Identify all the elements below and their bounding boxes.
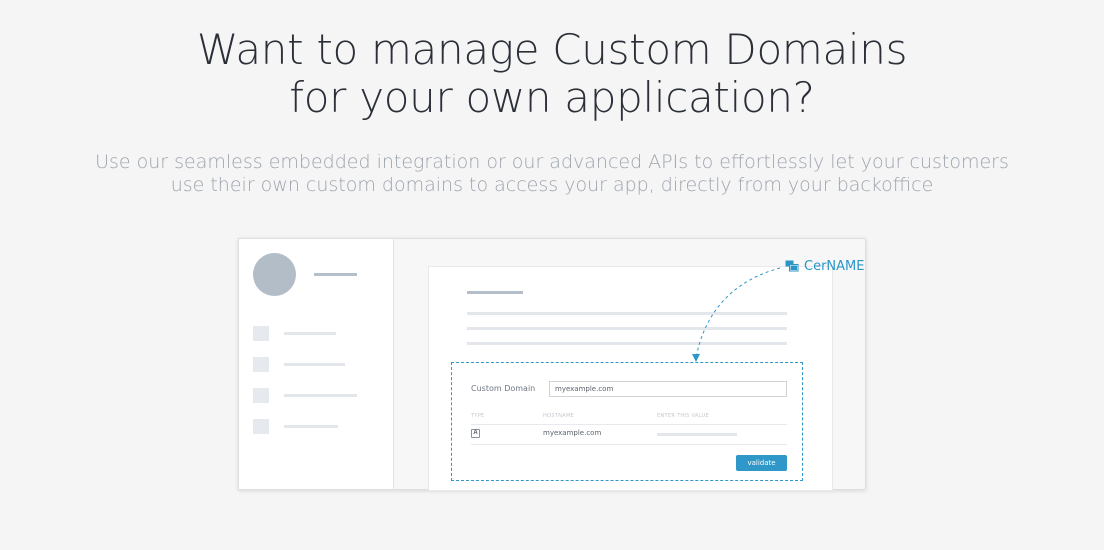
page-title: Want to manage Custom Domains for your o… (0, 26, 1104, 122)
custom-domain-widget: Custom Domain myexample.com TYPE HOSTNAM… (451, 362, 803, 481)
sidebar-label-placeholder (284, 363, 345, 366)
page-title-line-1: Want to manage Custom Domains (196, 25, 908, 74)
sidebar-icon-placeholder (253, 326, 269, 341)
mockup-sidebar (239, 239, 394, 489)
page-subtitle-line-1: Use our seamless embedded integration or… (95, 151, 1009, 173)
record-hostname: myexample.com (543, 429, 602, 437)
sidebar-label-placeholder (284, 425, 338, 428)
custom-domain-label: Custom Domain (471, 384, 536, 393)
record-type-badge: A (471, 429, 480, 438)
sidebar-icon-placeholder (253, 357, 269, 372)
avatar (253, 253, 296, 296)
page-subtitle-line-2: use their own custom domains to access y… (170, 174, 934, 196)
record-value-placeholder (657, 433, 737, 436)
column-header-value: ENTER THIS VALUE (657, 413, 709, 419)
text-line-placeholder (467, 312, 787, 315)
text-line-placeholder (467, 327, 787, 330)
validate-button[interactable]: validate (736, 455, 787, 471)
sidebar-label-placeholder (284, 394, 357, 397)
user-name-placeholder (314, 273, 357, 276)
page-title-line-2: for your own application? (289, 73, 815, 122)
table-divider (471, 444, 787, 445)
cname-label: CerNAME (804, 259, 865, 274)
sidebar-icon-placeholder (253, 388, 269, 403)
chat-bubbles-icon (785, 260, 799, 272)
column-header-type: TYPE (471, 413, 485, 419)
sidebar-icon-placeholder (253, 419, 269, 434)
table-divider (471, 424, 787, 425)
card-title-placeholder (467, 291, 523, 294)
text-line-placeholder (467, 342, 787, 345)
sidebar-label-placeholder (284, 332, 336, 335)
page-subtitle: Use our seamless embedded integration or… (0, 151, 1104, 197)
custom-domain-input[interactable]: myexample.com (549, 381, 787, 397)
column-header-hostname: HOSTNAME (543, 413, 574, 419)
